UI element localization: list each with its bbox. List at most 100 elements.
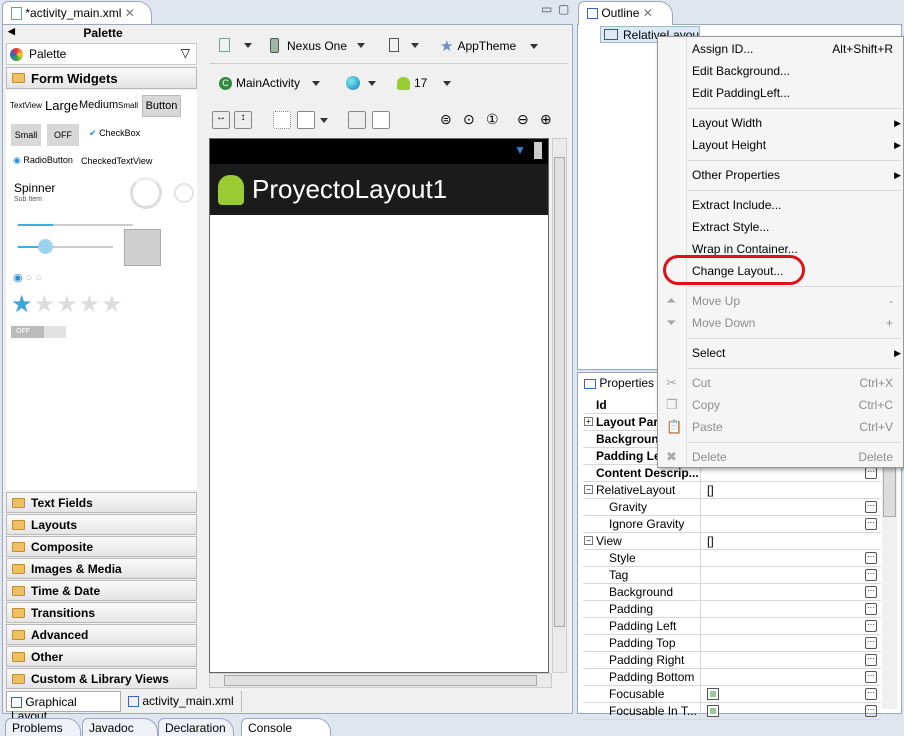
menu-item[interactable]: Other Properties ▶ — [658, 165, 903, 187]
widget-toggle-button[interactable]: OFF — [47, 124, 79, 146]
zoom-out-icon[interactable]: ⊖ — [517, 111, 529, 128]
property-row[interactable]: Padding Left ··· — [583, 618, 881, 635]
ellipsis-button[interactable]: ··· — [865, 501, 877, 513]
resize-button[interactable] — [297, 111, 315, 129]
close-icon[interactable]: ✕ — [125, 6, 135, 20]
expand-minus-icon[interactable]: − — [584, 485, 593, 494]
menu-item[interactable]: Layout Height ▶ — [658, 135, 903, 157]
widget-button[interactable]: Button — [142, 95, 181, 117]
locale-dropdown[interactable] — [346, 76, 376, 90]
minimize-icon[interactable]: ▭ — [541, 2, 552, 16]
theme-dropdown[interactable]: ★ AppTheme — [440, 37, 539, 55]
checkbox-icon[interactable] — [707, 705, 719, 717]
menu-item[interactable]: Extract Include... — [658, 195, 903, 217]
palette-category[interactable]: Text Fields — [6, 492, 197, 513]
progress-large-icon[interactable] — [130, 177, 162, 209]
config-file-dropdown[interactable] — [219, 38, 252, 52]
outline-tab[interactable]: Outline ✕ — [578, 1, 673, 25]
widget-checkedtextview[interactable]: CheckedTextView — [81, 156, 152, 166]
vertical-scrollbar[interactable] — [552, 138, 567, 673]
tab-xml-source[interactable]: activity_main.xml — [124, 691, 242, 712]
widget-small[interactable]: Small — [118, 101, 138, 110]
seekbar[interactable] — [18, 239, 113, 254]
fill-width-button[interactable]: ↔ — [212, 111, 230, 129]
widget-medium[interactable]: Medium — [79, 99, 118, 111]
ellipsis-button[interactable]: ··· — [865, 586, 877, 598]
palette-category[interactable]: Custom & Library Views — [6, 668, 197, 689]
close-icon[interactable]: ✕ — [643, 6, 653, 20]
image-view-icon[interactable] — [124, 229, 161, 266]
checkbox-icon[interactable] — [707, 688, 719, 700]
radio-group[interactable]: ◉ ○ ○ — [13, 271, 42, 284]
menu-item[interactable]: Assign ID... Alt+Shift+R — [658, 39, 903, 61]
palette-dropdown[interactable]: Palette ▽ — [6, 43, 197, 65]
clip-toggle-button[interactable] — [372, 111, 390, 129]
widget-spinner[interactable]: Spinner — [14, 181, 55, 195]
ellipsis-button[interactable]: ··· — [865, 603, 877, 615]
view-tab-javadoc[interactable]: Javadoc — [82, 718, 158, 736]
orientation-dropdown[interactable] — [389, 38, 419, 52]
palette-category[interactable]: Other — [6, 646, 197, 667]
palette-category[interactable]: Composite — [6, 536, 197, 557]
maximize-icon[interactable]: ▢ — [558, 2, 569, 16]
widget-switch[interactable]: OFF — [11, 326, 66, 338]
zoom-100-icon[interactable]: ① — [486, 111, 499, 128]
activity-dropdown[interactable]: C MainActivity — [219, 76, 321, 90]
menu-item[interactable]: Move Down + ⏷ — [658, 313, 903, 335]
palette-category[interactable]: Layouts — [6, 514, 197, 535]
widget-radiobutton[interactable]: ◉ RadioButton — [13, 155, 73, 166]
expand-plus-icon[interactable]: + — [584, 417, 593, 426]
palette-category-form-widgets[interactable]: Form Widgets — [6, 67, 197, 89]
ellipsis-button[interactable]: ··· — [865, 637, 877, 649]
menu-item[interactable]: Delete Delete ✖ — [658, 447, 903, 469]
device-preview[interactable]: ▼ ProyectoLayout1 — [209, 138, 549, 673]
menu-item[interactable]: Select ▶ — [658, 343, 903, 365]
property-row[interactable]: Padding Right ··· — [583, 652, 881, 669]
menu-item[interactable]: Cut Ctrl+X ✂ — [658, 373, 903, 395]
menu-item[interactable]: Change Layout... — [658, 255, 903, 285]
menu-item[interactable]: Extract Style... — [658, 217, 903, 239]
editor-tab[interactable]: *activity_main.xml ✕ — [2, 1, 152, 25]
expand-minus-icon[interactable]: − — [584, 536, 593, 545]
widget-large[interactable]: Large — [45, 98, 78, 113]
property-row[interactable]: RelativeLayout − [] — [583, 482, 881, 499]
ellipsis-button[interactable]: ··· — [865, 552, 877, 564]
widget-small-button[interactable]: Small — [11, 124, 41, 146]
layout-toggle-button[interactable] — [348, 111, 366, 129]
property-row[interactable]: Padding Top ··· — [583, 635, 881, 652]
menu-item[interactable]: Edit Background... — [658, 61, 903, 83]
menu-item[interactable]: Paste Ctrl+V 📋 — [658, 417, 903, 439]
ellipsis-button[interactable]: ··· — [865, 671, 877, 683]
zoom-real-icon[interactable]: ⊙ — [463, 111, 475, 128]
palette-category[interactable]: Time & Date — [6, 580, 197, 601]
zoom-in-icon[interactable]: ⊕ — [540, 111, 552, 128]
property-row[interactable]: View − [] — [583, 533, 881, 550]
progress-bar-horizontal[interactable] — [18, 224, 133, 226]
tab-graphical-layout[interactable]: Graphical Layout — [6, 691, 121, 723]
palette-category[interactable]: Transitions — [6, 602, 197, 623]
ellipsis-button[interactable]: ··· — [865, 620, 877, 632]
property-row[interactable]: Ignore Gravity ··· — [583, 516, 881, 533]
property-row[interactable]: Focusable In T... ··· — [583, 703, 881, 720]
api-level-dropdown[interactable]: 17 — [397, 76, 452, 90]
property-row[interactable]: Padding ··· — [583, 601, 881, 618]
progress-small-icon[interactable] — [174, 183, 194, 203]
collapse-arrow-icon[interactable]: ◀ — [8, 26, 15, 37]
property-row[interactable]: Gravity ··· — [583, 499, 881, 516]
menu-item[interactable]: Layout Width ▶ — [658, 113, 903, 135]
rating-bar-icon[interactable]: ★★★★★ — [11, 290, 124, 319]
margins-button[interactable] — [273, 111, 291, 129]
property-row[interactable]: Tag ··· — [583, 567, 881, 584]
ellipsis-button[interactable]: ··· — [865, 569, 877, 581]
ellipsis-button[interactable]: ··· — [865, 688, 877, 700]
property-row[interactable]: Style ··· — [583, 550, 881, 567]
widget-textview[interactable]: TextView — [10, 101, 42, 110]
menu-item[interactable]: Edit PaddingLeft... — [658, 83, 903, 105]
palette-category[interactable]: Advanced — [6, 624, 197, 645]
view-tab-problems[interactable]: Problems — [5, 718, 81, 736]
fill-height-button[interactable]: ↕ — [234, 111, 252, 129]
view-tab-declaration[interactable]: Declaration — [158, 718, 234, 736]
horizontal-scrollbar[interactable] — [209, 673, 552, 688]
ellipsis-button[interactable]: ··· — [865, 654, 877, 666]
property-row[interactable]: Padding Bottom ··· — [583, 669, 881, 686]
